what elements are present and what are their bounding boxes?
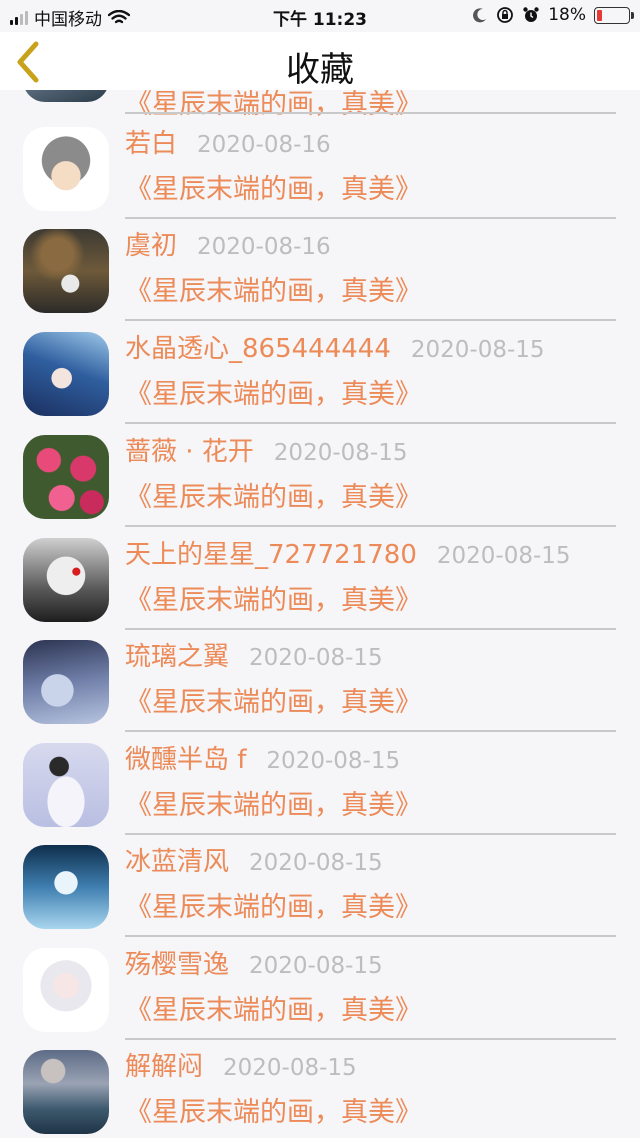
alarm-icon [523,7,539,22]
item-title: 《星辰末端的画，真美》 [125,1097,422,1128]
list-item[interactable]: 虞初 2020-08-16 《星辰末端的画，真美》 [0,219,640,322]
divider [125,319,616,321]
nav-bar: 收藏 [0,32,640,90]
avatar [23,435,109,519]
item-date: 2020-08-16 [197,132,331,158]
list-item[interactable]: 微醺半岛 f 2020-08-15 《星辰末端的画，真美》 [0,733,640,836]
avatar [23,229,109,313]
avatar [23,845,109,929]
list-item[interactable]: 冰蓝清风 2020-08-15 《星辰末端的画，真美》 [0,835,640,938]
avatar [23,332,109,416]
battery-icon [594,6,634,24]
item-title: 《星辰末端的画，真美》 [125,995,422,1026]
item-date: 2020-08-15 [249,953,383,979]
item-title: 《星辰末端的画，真美》 [125,174,422,205]
item-name: 殇樱雪逸 [125,950,230,980]
list-item[interactable]: 殇樱雪逸 2020-08-15 《星辰末端的画，真美》 [0,938,640,1041]
item-name: 若白 [125,129,178,159]
item-date: 2020-08-15 [410,337,545,363]
item-date: 2020-08-15 [249,850,383,876]
battery-percent: 18% [548,5,586,25]
item-date: 2020-08-15 [266,748,401,774]
item-name: 琉璃之翼 [125,642,230,672]
item-title: 《星辰末端的画，真美》 [125,585,422,616]
moon-icon [473,8,487,23]
item-name: 微醺半岛 f [125,745,247,775]
divider [125,935,616,937]
divider [125,112,616,114]
list-item[interactable]: 若白 2020-08-16 《星辰末端的画，真美》 [0,117,640,220]
item-name: 虞初 [125,231,178,261]
avatar [23,948,109,1032]
avatar [23,743,109,827]
status-bar: 中国移动 下午 11:23 18% [0,0,640,32]
item-name: 冰蓝清风 [125,847,230,877]
avatar [23,127,109,211]
item-date: 2020-08-15 [223,1055,357,1081]
page-title: 收藏 [286,50,354,90]
list-item[interactable]: 琉璃之翼 2020-08-15 《星辰末端的画，真美》 [0,630,640,733]
item-title: 《星辰末端的画，真美》 [125,276,422,307]
item-title: 《星辰末端的画，真美》 [125,687,422,718]
battery-level-fill [597,9,602,21]
divider [125,422,616,424]
item-date: 2020-08-16 [197,234,331,260]
item-title: 《星辰末端的画，真美》 [125,482,422,513]
list-item[interactable]: 天上的星星_727721780 2020-08-15 《星辰末端的画，真美》 [0,528,640,631]
item-title: 《星辰末端的画，真美》 [125,892,422,923]
item-date: 2020-08-15 [273,440,408,466]
avatar [23,640,109,724]
orientation-lock-icon [497,7,514,23]
item-date: 2020-08-15 [436,543,571,569]
item-name: 水晶透心_865444444 [125,334,391,364]
list-item[interactable]: 解解闷 2020-08-15 《星辰末端的画，真美》 [0,1040,640,1138]
avatar [23,1050,109,1134]
avatar [23,538,109,622]
list-item[interactable]: 水晶透心_865444444 2020-08-15 《星辰末端的画，真美》 [0,322,640,425]
item-title: 《星辰末端的画，真美》 [125,379,422,410]
item-title: 《星辰末端的画，真美》 [125,790,422,821]
list-item[interactable]: 蔷薇 · 花开 2020-08-15 《星辰末端的画，真美》 [0,425,640,528]
divider [125,730,616,732]
item-name: 解解闷 [125,1052,204,1082]
item-name: 蔷薇 · 花开 [125,437,254,467]
item-date: 2020-08-15 [249,645,383,671]
divider [125,525,616,527]
item-name: 天上的星星_727721780 [125,540,417,570]
